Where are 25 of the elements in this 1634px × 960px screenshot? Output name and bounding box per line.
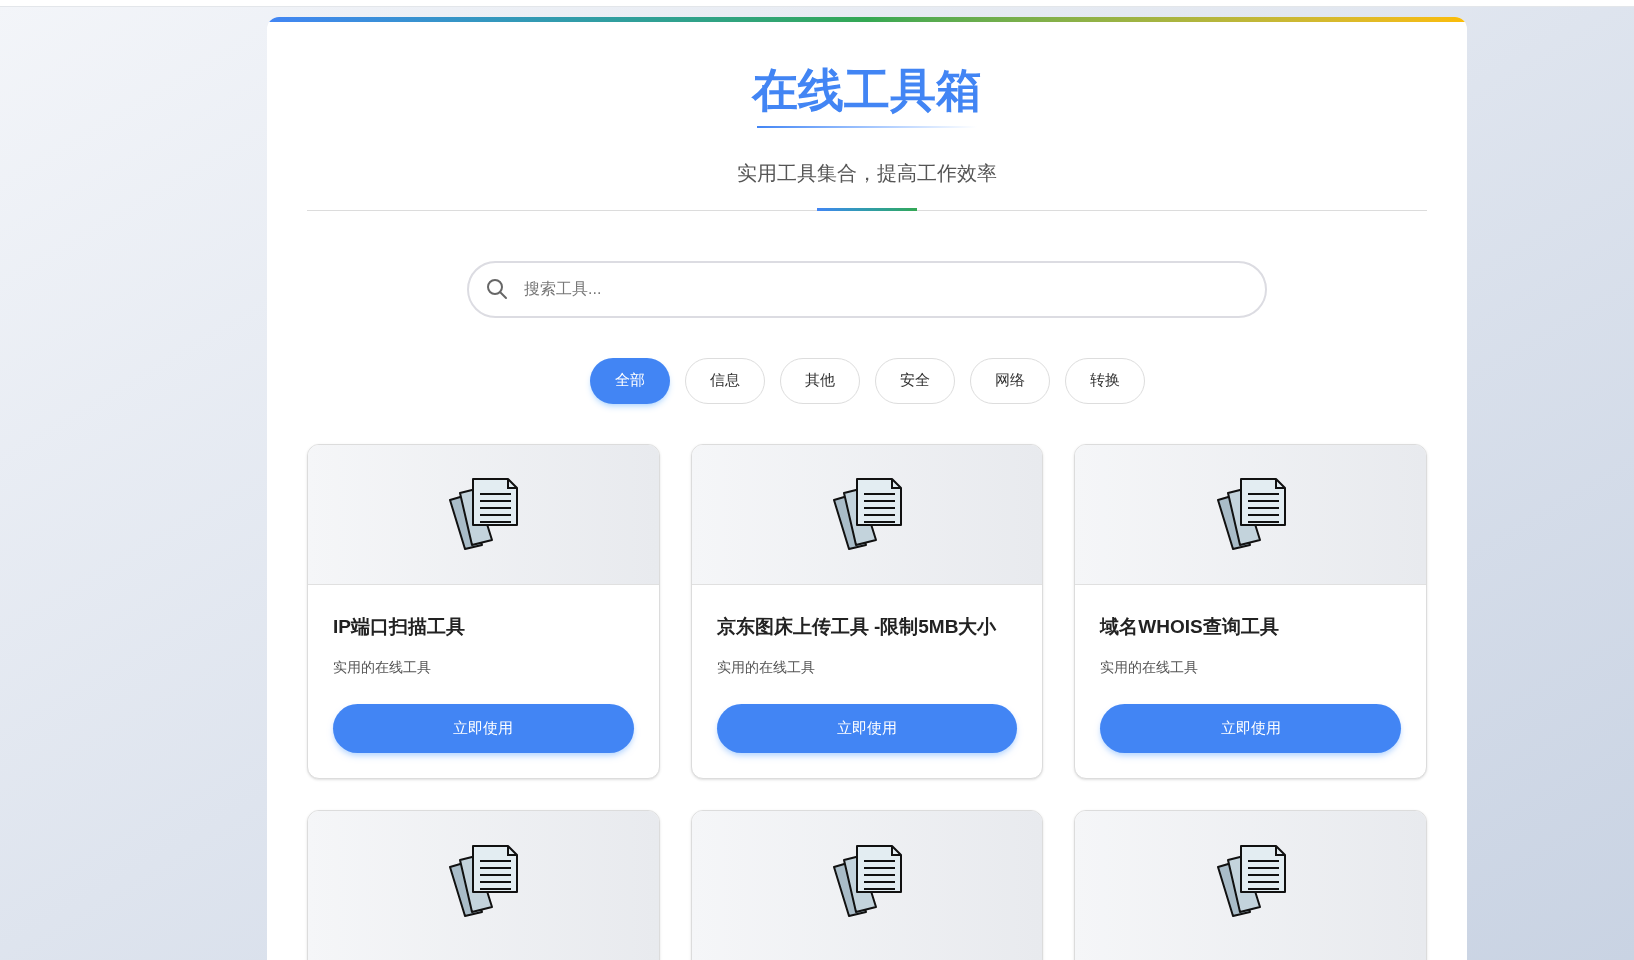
subtitle: 实用工具集合，提高工作效率	[737, 160, 997, 186]
documents-icon	[831, 845, 903, 917]
filter-pill[interactable]: 信息	[684, 357, 765, 404]
search-field[interactable]: 搜索工具...	[467, 260, 1267, 318]
filter-pill[interactable]: 网络	[969, 357, 1050, 404]
card-title: 京东图床上传工具 -限制5MB大小	[716, 614, 998, 639]
use-button[interactable]: 立即使用	[716, 704, 1018, 753]
card-title: IP端口扫描工具	[333, 614, 466, 639]
card-title: 域名WHOIS查询工具	[1100, 614, 1280, 639]
use-button[interactable]: 立即使用	[333, 704, 634, 753]
card-description: 实用的在线工具	[1100, 658, 1200, 677]
documents-icon	[831, 478, 903, 550]
use-button[interactable]: 立即使用	[1100, 704, 1401, 753]
documents-icon	[447, 845, 520, 917]
documents-icon	[447, 478, 520, 550]
filter-pill[interactable]: 安全	[874, 357, 955, 404]
filter-pill[interactable]: 转换	[1064, 357, 1145, 404]
search-icon	[485, 276, 509, 301]
documents-icon	[1214, 478, 1287, 550]
card-description: 实用的在线工具	[333, 658, 432, 677]
filter-pill[interactable]: 全部	[589, 357, 670, 404]
card-description: 实用的在线工具	[716, 658, 816, 677]
documents-icon	[1214, 845, 1287, 917]
filter-pill[interactable]: 其他	[779, 357, 860, 404]
page-title: 在线工具箱	[752, 63, 982, 118]
